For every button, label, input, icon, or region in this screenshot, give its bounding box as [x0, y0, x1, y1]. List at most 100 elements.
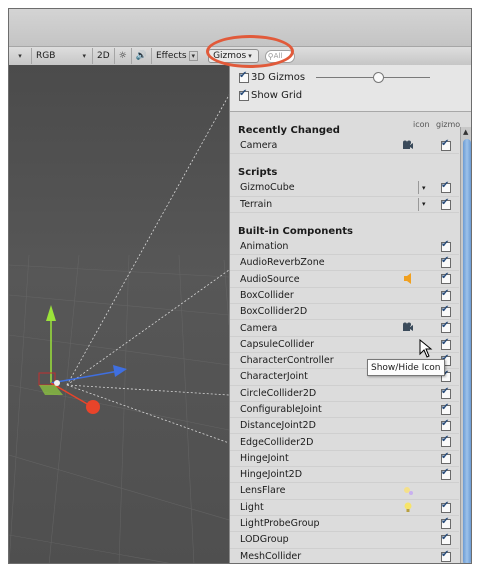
camera-icon[interactable] — [402, 322, 414, 333]
dropdown-arrow-icon: ▾ — [422, 183, 426, 192]
vertical-scrollbar[interactable]: ▲ — [460, 127, 471, 563]
gizmos-3d-option[interactable]: 3D Gizmos — [239, 70, 306, 83]
scene-view[interactable] — [9, 65, 229, 563]
lightbulb-icon[interactable] — [402, 502, 414, 513]
search-prefix: All — [273, 52, 283, 60]
gizmo-row-label: Animation — [240, 241, 289, 253]
gizmos-label: Gizmos — [213, 51, 247, 61]
dropdown-arrow-icon: ▾ — [188, 51, 199, 61]
scene-toolbar: ▾ RGB ▾ 2D ☼ 🔊 Effects ▾ Gizmos ▾ ⚲ All — [9, 46, 471, 66]
gizmo-row-lensflare[interactable]: LensFlare — [230, 483, 459, 500]
icon-size-slider-knob[interactable] — [373, 72, 384, 83]
gizmos-dropdown[interactable]: Gizmos ▾ — [208, 49, 259, 63]
gizmo-row-camera[interactable]: Camera — [230, 320, 459, 337]
gizmo-enabled-checkbox[interactable] — [441, 320, 451, 334]
gizmo-row-lodgroup[interactable]: LODGroup — [230, 532, 459, 549]
mode-2d-toggle[interactable]: 2D — [93, 48, 115, 64]
gizmo-enabled-checkbox[interactable] — [441, 239, 451, 252]
tooltip: Show/Hide Icon — [367, 359, 445, 376]
gizmos-panel-header: 3D Gizmos Show Grid — [230, 65, 471, 112]
icon-dropdown[interactable]: ▾ — [418, 197, 430, 211]
gizmo-row-lightprobegroup[interactable]: LightProbeGroup — [230, 515, 459, 533]
effects-dropdown[interactable]: Effects ▾ — [152, 48, 204, 64]
gizmo-row-gizmocube[interactable]: GizmoCube ▾ — [230, 180, 459, 197]
gizmo-row-circlecollider2d[interactable]: CircleCollider2D — [230, 385, 459, 402]
gizmo-enabled-checkbox[interactable] — [441, 434, 451, 448]
shading-mode-label: RGB — [36, 51, 56, 61]
window-titlebar — [9, 9, 471, 46]
gizmo-row-label: LightProbeGroup — [240, 518, 320, 530]
dropdown-arrow-icon: ▾ — [248, 52, 252, 60]
gizmo-row-audiosource[interactable]: AudioSource — [230, 271, 459, 288]
gizmo-enabled-checkbox[interactable] — [441, 288, 451, 301]
gizmo-enabled-checkbox[interactable] — [441, 500, 451, 513]
gizmo-row-hingejoint2d[interactable]: HingeJoint2D — [230, 467, 459, 484]
show-grid-option[interactable]: Show Grid — [239, 88, 303, 101]
gizmo-row-label: BoxCollider — [240, 289, 294, 301]
gizmo-row-label: Light — [240, 501, 264, 513]
scene-canvas — [9, 65, 229, 563]
gizmo-enabled-checkbox[interactable] — [441, 451, 451, 464]
section-title-built-in-components: Built-in Components — [238, 225, 353, 237]
gizmo-enabled-checkbox[interactable] — [441, 418, 451, 432]
gizmo-enabled-checkbox[interactable] — [441, 532, 451, 546]
gizmo-row-light[interactable]: Light — [230, 499, 459, 516]
effects-label: Effects — [155, 51, 187, 61]
gizmo-row-boxcollider2d[interactable]: BoxCollider2D — [230, 304, 459, 321]
gizmo-enabled-checkbox[interactable] — [441, 386, 451, 399]
gizmo-row-meshcollider[interactable]: MeshCollider — [230, 548, 459, 563]
gizmo-row-label: AudioSource — [240, 273, 300, 285]
gizmos-3d-checkbox[interactable] — [239, 70, 249, 83]
gizmo-enabled-checkbox[interactable] — [441, 516, 451, 529]
gizmo-enabled-checkbox[interactable] — [441, 304, 451, 318]
camera-icon[interactable] — [402, 140, 414, 151]
gizmo-row-camera[interactable]: Camera — [230, 138, 459, 155]
lensflare-icon[interactable] — [402, 485, 414, 496]
gizmo-row-label: Camera — [240, 322, 278, 334]
gizmo-row-configurablejoint[interactable]: ConfigurableJoint — [230, 401, 459, 419]
section-title-scripts: Scripts — [238, 167, 278, 179]
show-grid-label: Show Grid — [251, 90, 303, 101]
scroll-up-arrow-icon[interactable]: ▲ — [463, 128, 468, 136]
draw-mode-dropdown[interactable]: ▾ — [9, 48, 32, 64]
gizmo-enabled-checkbox[interactable] — [441, 402, 451, 415]
gizmo-row-label: MeshCollider — [240, 550, 302, 562]
gizmo-row-audioreverbzone[interactable]: AudioReverbZone — [230, 255, 459, 272]
gizmo-row-label: EdgeCollider2D — [240, 436, 314, 448]
search-field[interactable]: ⚲ All — [264, 49, 295, 63]
mode-2d-label: 2D — [97, 51, 110, 61]
gizmo-row-terrain[interactable]: Terrain ▾ — [230, 196, 459, 213]
gizmo-row-label: HingeJoint2D — [240, 469, 303, 481]
gizmo-row-label: BoxCollider2D — [240, 306, 308, 318]
gizmo-enabled-checkbox[interactable] — [441, 138, 451, 151]
gizmo-row-distancejoint2d[interactable]: DistanceJoint2D — [230, 418, 459, 435]
gizmo-row-label: CircleCollider2D — [240, 387, 317, 399]
scrollbar-thumb[interactable] — [463, 139, 471, 563]
icon-dropdown[interactable]: ▾ — [418, 181, 430, 195]
gizmo-enabled-checkbox[interactable] — [441, 180, 451, 194]
section-title-recently-changed: Recently Changed — [238, 125, 340, 136]
show-grid-checkbox[interactable] — [239, 88, 249, 101]
dropdown-arrow-icon: ▾ — [18, 52, 22, 60]
audio-toggle[interactable]: 🔊 — [132, 48, 152, 64]
gizmo-enabled-checkbox[interactable] — [441, 271, 451, 285]
gizmo-row-boxcollider[interactable]: BoxCollider — [230, 287, 459, 305]
gizmo-row-label: LensFlare — [240, 485, 286, 497]
gizmo-component-list: Recently Changed Camera Scripts GizmoCub… — [230, 112, 459, 563]
dropdown-arrow-icon: ▾ — [82, 52, 86, 60]
gizmos-3d-label: 3D Gizmos — [251, 72, 306, 83]
gizmos-dropdown-panel: 3D Gizmos Show Grid icon gizmo Recently … — [229, 65, 471, 563]
gizmo-row-hingejoint[interactable]: HingeJoint — [230, 450, 459, 468]
gizmo-enabled-checkbox[interactable] — [441, 197, 451, 210]
sun-icon: ☼ — [118, 51, 127, 61]
lighting-toggle[interactable]: ☼ — [115, 48, 132, 64]
gizmo-enabled-checkbox[interactable] — [441, 337, 451, 350]
gizmo-row-edgecollider2d[interactable]: EdgeCollider2D — [230, 434, 459, 451]
gizmo-enabled-checkbox[interactable] — [441, 467, 451, 481]
scene-background — [9, 65, 229, 563]
shading-mode-dropdown[interactable]: RGB ▾ — [32, 48, 93, 64]
gizmo-row-animation[interactable]: Animation — [230, 238, 459, 256]
gizmo-enabled-checkbox[interactable] — [441, 549, 451, 562]
speaker-icon[interactable] — [402, 273, 414, 285]
gizmo-enabled-checkbox[interactable] — [441, 255, 451, 269]
